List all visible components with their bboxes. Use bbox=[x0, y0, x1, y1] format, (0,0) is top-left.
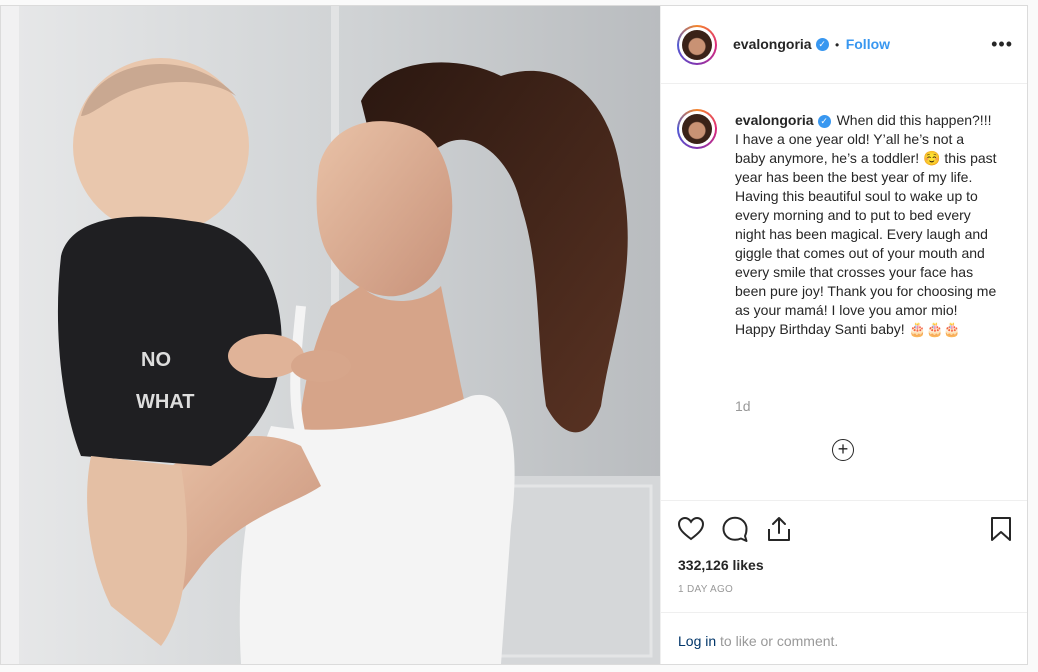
onesie-print: NO bbox=[141, 349, 171, 371]
bookmark-icon[interactable] bbox=[987, 515, 1015, 543]
share-icon[interactable] bbox=[765, 515, 793, 543]
login-prompt-text: to like or comment. bbox=[716, 633, 839, 649]
author-avatar[interactable] bbox=[677, 25, 717, 65]
verified-badge-icon: ✓ bbox=[815, 38, 829, 52]
login-link[interactable]: Log in bbox=[678, 633, 716, 649]
caption-verified-badge-icon: ✓ bbox=[817, 114, 831, 128]
login-prompt: Log in to like or comment. bbox=[661, 612, 1027, 664]
follow-separator: • bbox=[835, 38, 840, 52]
post-photo[interactable]: NO WHAT bbox=[1, 6, 660, 664]
caption: evalongoria ✓ When did this happen?!!! I h… bbox=[735, 111, 997, 339]
caption-time[interactable]: 1d bbox=[735, 398, 751, 414]
caption-avatar[interactable] bbox=[677, 109, 717, 149]
post-container: NO WHAT evalongoria ✓ • Follow ••• evalo… bbox=[0, 5, 1028, 665]
post-date: 1 DAY AGO bbox=[678, 584, 734, 595]
action-bar: 332,126 likes 1 DAY AGO bbox=[661, 500, 1027, 612]
post-header: evalongoria ✓ • Follow ••• bbox=[661, 6, 1027, 84]
load-more-comments-icon[interactable]: + bbox=[832, 439, 854, 461]
likes-count[interactable]: 332,126 likes bbox=[678, 557, 764, 573]
heart-icon[interactable] bbox=[677, 515, 705, 543]
header-meta: evalongoria ✓ • Follow bbox=[733, 36, 890, 54]
caption-text: When did this happen?!!! I have a one ye… bbox=[735, 112, 997, 337]
more-options-icon[interactable]: ••• bbox=[991, 34, 1013, 55]
likes-text: 332,126 likes bbox=[678, 557, 764, 573]
caption-username[interactable]: evalongoria bbox=[735, 112, 814, 128]
photo-illustration: NO WHAT bbox=[1, 6, 660, 664]
svg-text:WHAT: WHAT bbox=[136, 391, 195, 413]
post-sidebar: evalongoria ✓ • Follow ••• evalongoria ✓ Wh… bbox=[660, 6, 1027, 664]
follow-button[interactable]: Follow bbox=[846, 36, 890, 52]
header-username[interactable]: evalongoria bbox=[733, 36, 812, 52]
comment-icon[interactable] bbox=[721, 515, 749, 543]
comments-area[interactable]: evalongoria ✓ When did this happen?!!! I h… bbox=[661, 84, 1027, 500]
